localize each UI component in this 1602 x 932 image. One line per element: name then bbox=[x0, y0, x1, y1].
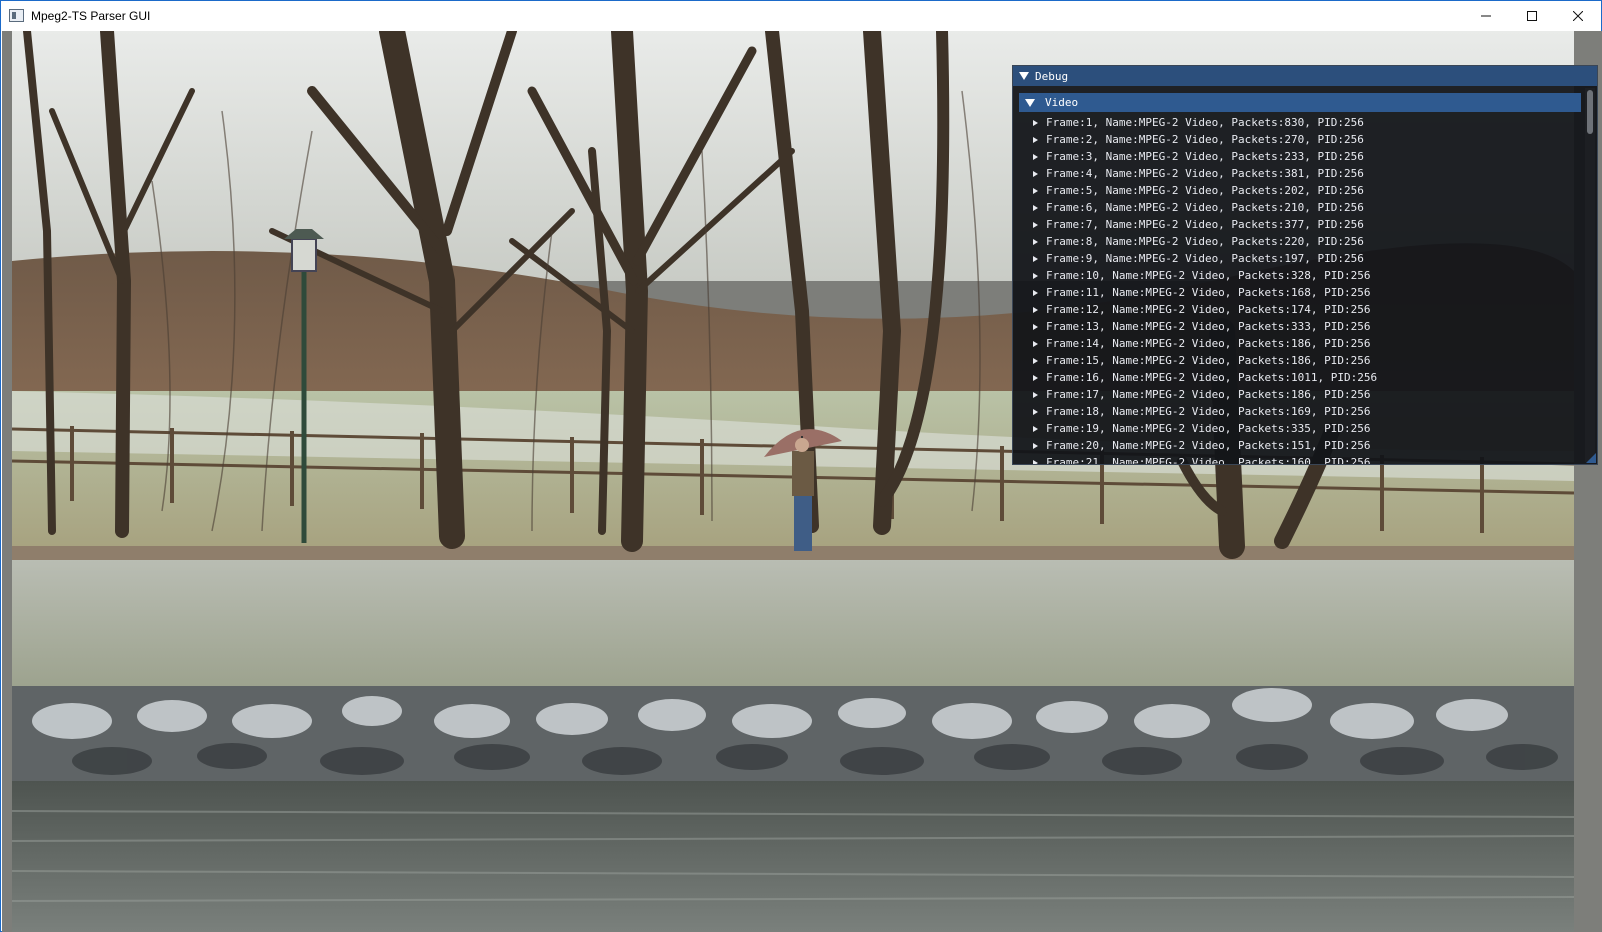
collapsed-triangle-icon bbox=[1033, 170, 1038, 177]
collapsed-triangle-icon bbox=[1033, 442, 1038, 449]
collapse-triangle-icon[interactable] bbox=[1019, 72, 1029, 80]
frame-tree-item[interactable]: Frame:19, Name:MPEG-2 Video, Packets:335… bbox=[1019, 420, 1581, 437]
frame-tree-item[interactable]: Frame:2, Name:MPEG-2 Video, Packets:270,… bbox=[1019, 131, 1581, 148]
app-window-icon bbox=[9, 8, 25, 24]
collapsed-triangle-icon bbox=[1033, 153, 1038, 160]
collapsed-triangle-icon bbox=[1033, 323, 1038, 330]
frame-tree-item[interactable]: Frame:11, Name:MPEG-2 Video, Packets:168… bbox=[1019, 284, 1581, 301]
maximize-button[interactable] bbox=[1509, 1, 1555, 31]
collapsed-triangle-icon bbox=[1033, 272, 1038, 279]
collapsed-triangle-icon bbox=[1033, 340, 1038, 347]
collapsed-triangle-icon bbox=[1033, 391, 1038, 398]
collapsed-triangle-icon bbox=[1033, 425, 1038, 432]
frame-tree-item[interactable]: Frame:16, Name:MPEG-2 Video, Packets:101… bbox=[1019, 369, 1581, 386]
collapsed-triangle-icon bbox=[1033, 221, 1038, 228]
video-tree-node[interactable]: Video bbox=[1019, 93, 1581, 112]
debug-title: Debug bbox=[1035, 69, 1069, 83]
collapsed-triangle-icon bbox=[1033, 238, 1038, 245]
frame-tree-item[interactable]: Frame:21, Name:MPEG-2 Video, Packets:160… bbox=[1019, 454, 1581, 464]
collapsed-triangle-icon bbox=[1033, 289, 1038, 296]
app-window: Mpeg2-TS Parser GUI Debug Video Frame:1,… bbox=[0, 0, 1602, 932]
frame-tree-item[interactable]: Frame:3, Name:MPEG-2 Video, Packets:233,… bbox=[1019, 148, 1581, 165]
frame-tree-item[interactable]: Frame:15, Name:MPEG-2 Video, Packets:186… bbox=[1019, 352, 1581, 369]
frame-tree-item[interactable]: Frame:12, Name:MPEG-2 Video, Packets:174… bbox=[1019, 301, 1581, 318]
minimize-icon bbox=[1481, 15, 1491, 17]
debug-title-bar[interactable]: Debug bbox=[1013, 66, 1597, 86]
collapsed-triangle-icon bbox=[1033, 255, 1038, 262]
caption-buttons bbox=[1463, 1, 1601, 31]
expand-triangle-icon bbox=[1025, 98, 1035, 107]
frame-tree-item[interactable]: Frame:9, Name:MPEG-2 Video, Packets:197,… bbox=[1019, 250, 1581, 267]
collapsed-triangle-icon bbox=[1033, 136, 1038, 143]
video-viewport[interactable]: Debug Video Frame:1, Name:MPEG-2 Video, … bbox=[2, 31, 1602, 932]
frame-tree-item[interactable]: Frame:18, Name:MPEG-2 Video, Packets:169… bbox=[1019, 403, 1581, 420]
maximize-icon bbox=[1527, 11, 1537, 21]
scrollbar-thumb[interactable] bbox=[1587, 90, 1593, 134]
video-section-label: Video bbox=[1045, 96, 1079, 109]
frame-tree-item[interactable]: Frame:13, Name:MPEG-2 Video, Packets:333… bbox=[1019, 318, 1581, 335]
debug-window[interactable]: Debug Video Frame:1, Name:MPEG-2 Video, … bbox=[1012, 65, 1598, 465]
frame-tree-item[interactable]: Frame:5, Name:MPEG-2 Video, Packets:202,… bbox=[1019, 182, 1581, 199]
close-icon bbox=[1573, 11, 1583, 21]
frame-tree-item[interactable]: Frame:6, Name:MPEG-2 Video, Packets:210,… bbox=[1019, 199, 1581, 216]
debug-scrollbar[interactable] bbox=[1585, 88, 1595, 462]
resize-grip-icon[interactable] bbox=[1586, 453, 1596, 463]
minimize-button[interactable] bbox=[1463, 1, 1509, 31]
close-button[interactable] bbox=[1555, 1, 1601, 31]
collapsed-triangle-icon bbox=[1033, 119, 1038, 126]
collapsed-triangle-icon bbox=[1033, 459, 1038, 464]
collapsed-triangle-icon bbox=[1033, 204, 1038, 211]
frame-tree-item[interactable]: Frame:20, Name:MPEG-2 Video, Packets:151… bbox=[1019, 437, 1581, 454]
frame-tree-item[interactable]: Frame:17, Name:MPEG-2 Video, Packets:186… bbox=[1019, 386, 1581, 403]
title-bar[interactable]: Mpeg2-TS Parser GUI bbox=[1, 1, 1601, 31]
frame-tree-item[interactable]: Frame:10, Name:MPEG-2 Video, Packets:328… bbox=[1019, 267, 1581, 284]
collapsed-triangle-icon bbox=[1033, 357, 1038, 364]
collapsed-triangle-icon bbox=[1033, 408, 1038, 415]
window-title: Mpeg2-TS Parser GUI bbox=[31, 9, 151, 23]
frame-tree-item[interactable]: Frame:14, Name:MPEG-2 Video, Packets:186… bbox=[1019, 335, 1581, 352]
frame-list: Frame:1, Name:MPEG-2 Video, Packets:830,… bbox=[1019, 114, 1581, 464]
collapsed-triangle-icon bbox=[1033, 187, 1038, 194]
collapsed-triangle-icon bbox=[1033, 374, 1038, 381]
frame-tree-item[interactable]: Frame:7, Name:MPEG-2 Video, Packets:377,… bbox=[1019, 216, 1581, 233]
frame-tree-item[interactable]: Frame:4, Name:MPEG-2 Video, Packets:381,… bbox=[1019, 165, 1581, 182]
collapsed-triangle-icon bbox=[1033, 306, 1038, 313]
frame-tree-item[interactable]: Frame:1, Name:MPEG-2 Video, Packets:830,… bbox=[1019, 114, 1581, 131]
frame-tree-item[interactable]: Frame:8, Name:MPEG-2 Video, Packets:220,… bbox=[1019, 233, 1581, 250]
